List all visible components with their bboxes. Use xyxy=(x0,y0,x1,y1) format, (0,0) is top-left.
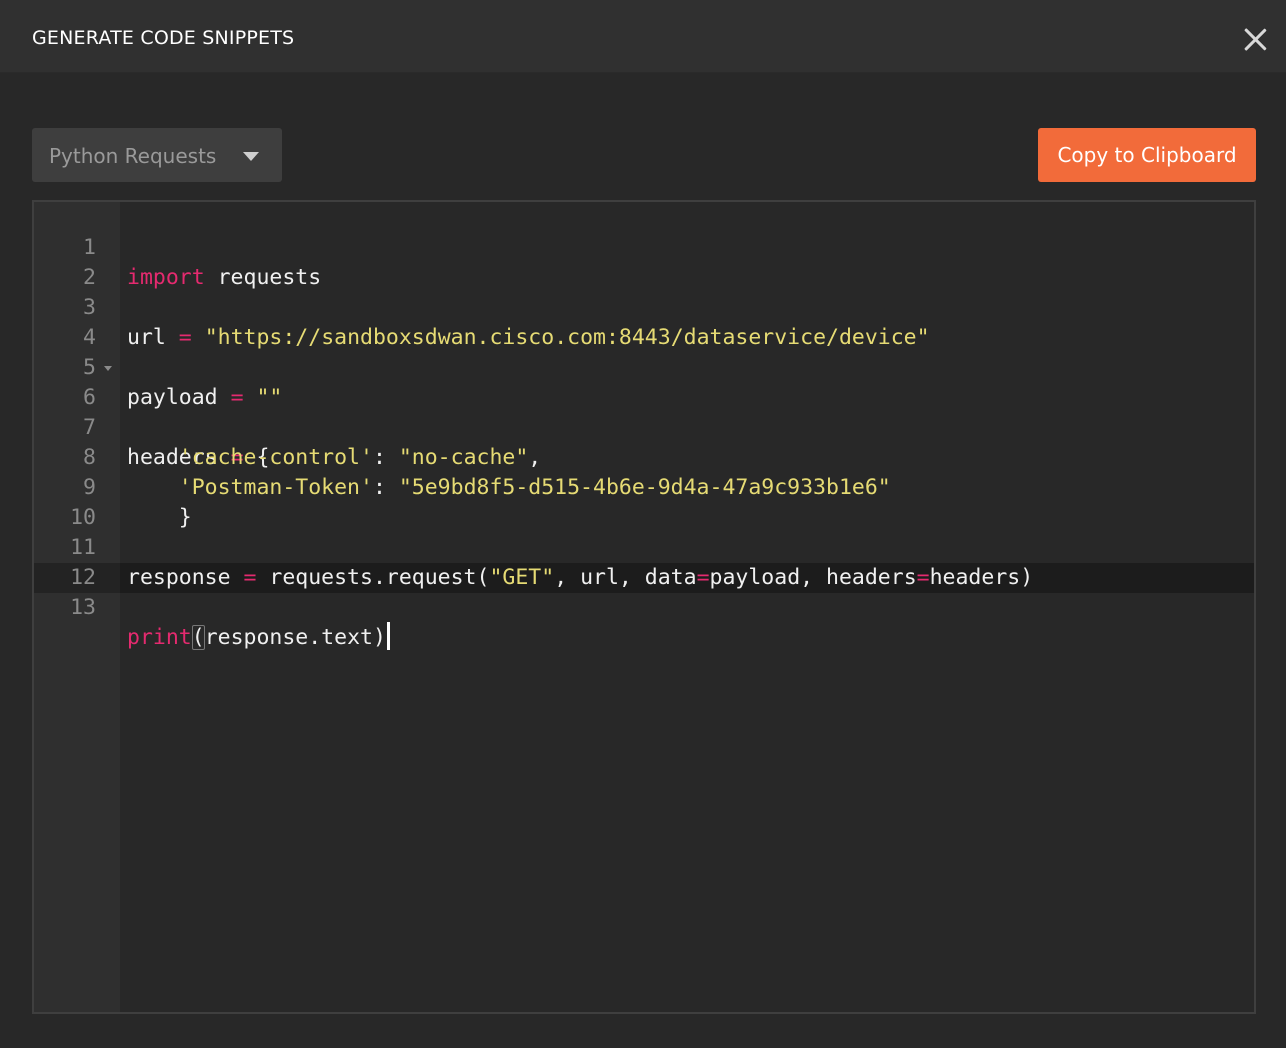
code-token: response.text xyxy=(204,625,373,650)
code-line: 12 xyxy=(34,533,1254,590)
code-text: print(response.text) xyxy=(127,622,390,653)
fold-arrow-icon[interactable] xyxy=(104,366,112,371)
matched-bracket: ( xyxy=(191,625,205,650)
code-line: 6 headers = { xyxy=(34,353,1254,470)
code-token: ) xyxy=(372,625,386,650)
code-line: 8 'Postman-Token': "5e9bd8f5-d515-4b6e-9… xyxy=(34,413,1254,500)
caret-down-icon xyxy=(243,152,259,161)
code-line-active: 13 print(response.text) xyxy=(34,563,1254,650)
keyword: print xyxy=(127,625,192,650)
language-selected-value: Python Requests xyxy=(49,144,217,168)
line-number: 13 xyxy=(70,595,96,620)
modal-header: GENERATE CODE SNIPPETS xyxy=(0,0,1286,73)
code-editor[interactable]: 1 import requests 2 3 url = "https://san… xyxy=(32,200,1256,1014)
code-line: 11 response = requests.request("GET", ur… xyxy=(34,503,1254,590)
code-line: 1 import requests xyxy=(34,203,1254,290)
code-line: 2 xyxy=(34,233,1254,290)
code-line: 4 xyxy=(34,293,1254,350)
text-cursor xyxy=(386,622,390,650)
code-line: 7 'cache-control': "no-cache", xyxy=(34,383,1254,470)
copy-to-clipboard-button[interactable]: Copy to Clipboard xyxy=(1038,128,1256,182)
code-lines: 1 import requests 2 3 url = "https://san… xyxy=(34,203,1254,650)
close-icon[interactable] xyxy=(1238,22,1272,56)
code-line: 3 url = "https://sandboxsdwan.cisco.com:… xyxy=(34,263,1254,350)
code-line: 9 } xyxy=(34,443,1254,530)
language-dropdown[interactable]: Python Requests xyxy=(32,128,282,182)
code-line: 10 xyxy=(34,473,1254,530)
code-line: 5 payload = "" xyxy=(34,323,1254,410)
modal-title: GENERATE CODE SNIPPETS xyxy=(32,27,295,49)
